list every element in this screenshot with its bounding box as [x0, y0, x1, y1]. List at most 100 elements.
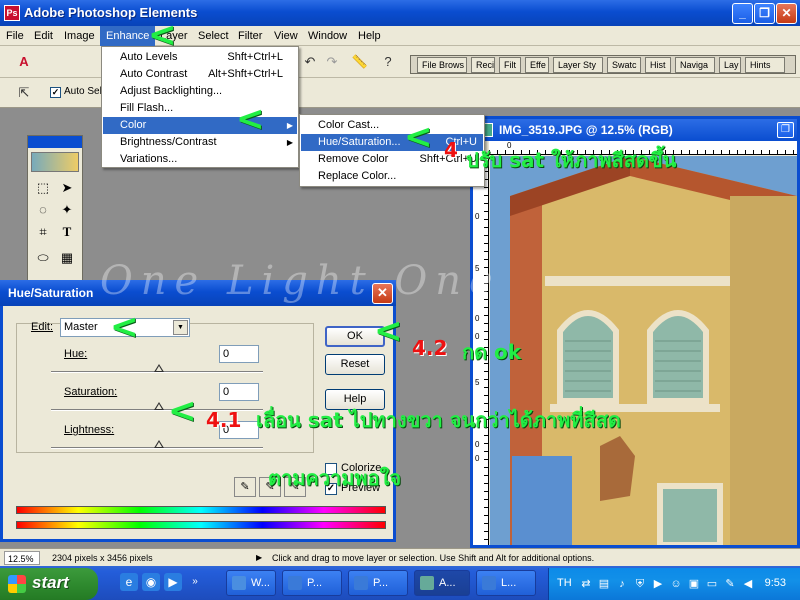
photoshop-elements-icon: [420, 576, 434, 590]
menu-item-replace-color[interactable]: Replace Color...: [301, 168, 483, 185]
palette-tab-filters[interactable]: Filt: [499, 57, 521, 73]
palette-tab-hints[interactable]: Hints: [745, 57, 785, 73]
antivirus-icon[interactable]: ⛨: [633, 577, 647, 591]
reset-button[interactable]: Reset: [325, 354, 385, 375]
palette-tab-layer-styles[interactable]: Layer Sty: [553, 57, 603, 73]
desktop-quicklaunch-icon[interactable]: ◉: [142, 573, 160, 591]
palette-tab-recipes[interactable]: Reci: [471, 57, 495, 73]
task-button-l[interactable]: L...: [476, 570, 536, 596]
move-tool-icon[interactable]: ➤: [56, 178, 78, 198]
gradient-tool-icon[interactable]: ▦: [56, 248, 78, 268]
menu-filter[interactable]: Filter: [232, 26, 268, 46]
menu-item-color-cast[interactable]: Color Cast...: [301, 117, 483, 134]
auto-select-checkbox[interactable]: ✓: [50, 87, 61, 98]
menu-window[interactable]: Window: [302, 26, 353, 46]
status-bar: 12.5% 2304 pixels x 3456 pixels ▶ Click …: [0, 548, 800, 566]
quicklaunch-expand-icon[interactable]: »: [186, 573, 204, 591]
submenu-arrow-icon: ▶: [286, 121, 293, 130]
building-photo: [490, 156, 797, 545]
move-tool-icon: ⇱: [18, 85, 30, 100]
shape-tool-icon[interactable]: ⬭: [32, 248, 54, 268]
menu-view[interactable]: View: [268, 26, 304, 46]
ie-quicklaunch-icon[interactable]: e: [120, 573, 138, 591]
menu-item-label: Adjust Backlighting...: [120, 85, 223, 97]
photoshop-elements-icon: Ps: [4, 5, 20, 21]
annotation-step-4-2-number: 4.2: [412, 336, 448, 360]
hue-input[interactable]: 0: [219, 345, 259, 363]
output-color-spectrum: [16, 521, 386, 529]
language-indicator[interactable]: TH: [557, 577, 572, 589]
menu-item-fill-flash[interactable]: Fill Flash...: [103, 100, 297, 117]
menu-help[interactable]: Help: [352, 26, 387, 46]
eyedropper-icon[interactable]: ✎: [234, 477, 256, 497]
ruler-left-label: 5: [475, 378, 480, 387]
media-quicklaunch-icon[interactable]: ▶: [164, 573, 182, 591]
menu-file[interactable]: File: [0, 26, 30, 46]
lightness-label: Lightness:: [64, 424, 115, 436]
marquee-tool-icon[interactable]: ⬚: [32, 178, 54, 198]
speaker-icon[interactable]: ◀: [741, 577, 755, 591]
palette-tab-navigator[interactable]: Naviga: [675, 57, 715, 73]
task-button-word[interactable]: W...: [226, 570, 276, 596]
ruler-left-label: 0: [475, 212, 480, 221]
lightness-slider-thumb[interactable]: [154, 440, 164, 448]
pen-icon[interactable]: ✎: [723, 577, 737, 591]
word-icon: [232, 576, 246, 590]
user-icon[interactable]: ☺: [669, 577, 683, 591]
menu-item-auto-levels[interactable]: Auto Levels Shft+Ctrl+L: [103, 49, 297, 66]
magic-wand-tool-icon[interactable]: ✦: [56, 200, 78, 220]
palette-tab-layers[interactable]: Lay: [719, 57, 741, 73]
status-arrow-icon[interactable]: ▶: [256, 551, 262, 565]
image-window-maximize-button[interactable]: ❐: [777, 122, 794, 138]
app-title-bar[interactable]: Ps Adobe Photoshop Elements _ ❐ ✕: [0, 0, 800, 26]
menu-item-label: Hue/Saturation...: [318, 136, 401, 148]
palette-tab-effects[interactable]: Effe: [525, 57, 549, 73]
menu-edit[interactable]: Edit: [28, 26, 59, 46]
image-window-title[interactable]: IMG_3519.JPG @ 12.5% (RGB): [473, 119, 797, 141]
minimize-button[interactable]: _: [732, 3, 753, 24]
task-button-p1[interactable]: P...: [282, 570, 342, 596]
task-button-adobe[interactable]: A...: [414, 570, 470, 596]
palette-tab-history[interactable]: Hist: [645, 57, 671, 73]
ruler-tool-icon[interactable]: 📏: [350, 52, 370, 72]
menu-image[interactable]: Image: [58, 26, 101, 46]
toolbox-title-bar[interactable]: [28, 136, 82, 148]
menu-item-color[interactable]: Color ▶: [103, 117, 297, 134]
saturation-slider-thumb[interactable]: [154, 402, 164, 410]
printer-icon[interactable]: ▤: [597, 577, 611, 591]
volume-icon[interactable]: ♪: [615, 577, 629, 591]
system-tray: TH ⇄ ▤ ♪ ⛨ ▶ ☺ ▣ ▭ ✎ ◀ 9:53: [548, 568, 800, 600]
clock[interactable]: 9:53: [765, 577, 786, 589]
menu-item-label: Fill Flash...: [120, 102, 174, 114]
image-document-window[interactable]: IMG_3519.JPG @ 12.5% (RGB) ❐ 0 5 0 5 0 0…: [470, 116, 800, 548]
maximize-button[interactable]: ❐: [754, 3, 775, 24]
palette-tab-file-browser[interactable]: File Brows: [417, 57, 467, 73]
crop-tool-icon[interactable]: ⌗: [32, 222, 54, 242]
photo-canvas[interactable]: [490, 156, 797, 545]
saturation-input[interactable]: 0: [219, 383, 259, 401]
type-tool-icon[interactable]: T: [56, 222, 78, 242]
hue-slider-thumb[interactable]: [154, 364, 164, 372]
chevron-down-icon[interactable]: ▼: [173, 320, 188, 335]
monitor-icon[interactable]: ▣: [687, 577, 701, 591]
menu-item-adjust-backlighting[interactable]: Adjust Backlighting...: [103, 83, 297, 100]
elements-logo-icon: [31, 152, 79, 172]
palette-tab-swatches[interactable]: Swatc: [607, 57, 641, 73]
task-button-p2[interactable]: P...: [348, 570, 408, 596]
help-icon[interactable]: ?: [378, 52, 398, 72]
menu-item-variations[interactable]: Variations...: [103, 151, 297, 168]
menu-item-brightness-contrast[interactable]: Brightness/Contrast ▶: [103, 134, 297, 151]
media-player-icon[interactable]: ▶: [651, 577, 665, 591]
menu-select[interactable]: Select: [192, 26, 235, 46]
menu-item-auto-contrast[interactable]: Auto Contrast Alt+Shft+Ctrl+L: [103, 66, 297, 83]
network-icon[interactable]: ⇄: [579, 577, 593, 591]
close-button[interactable]: ✕: [776, 3, 797, 24]
window-icon[interactable]: ▭: [705, 577, 719, 591]
zoom-field[interactable]: 12.5%: [4, 551, 40, 565]
lasso-tool-icon[interactable]: ◌: [32, 200, 54, 220]
undo-icon[interactable]: ↶: [300, 52, 320, 72]
start-button[interactable]: start: [0, 568, 98, 600]
pointer-chevron-icon: <: [374, 311, 403, 351]
redo-icon[interactable]: ↷: [322, 52, 342, 72]
palette-well: File Brows Reci Filt Effe Layer Sty Swat…: [410, 55, 796, 74]
